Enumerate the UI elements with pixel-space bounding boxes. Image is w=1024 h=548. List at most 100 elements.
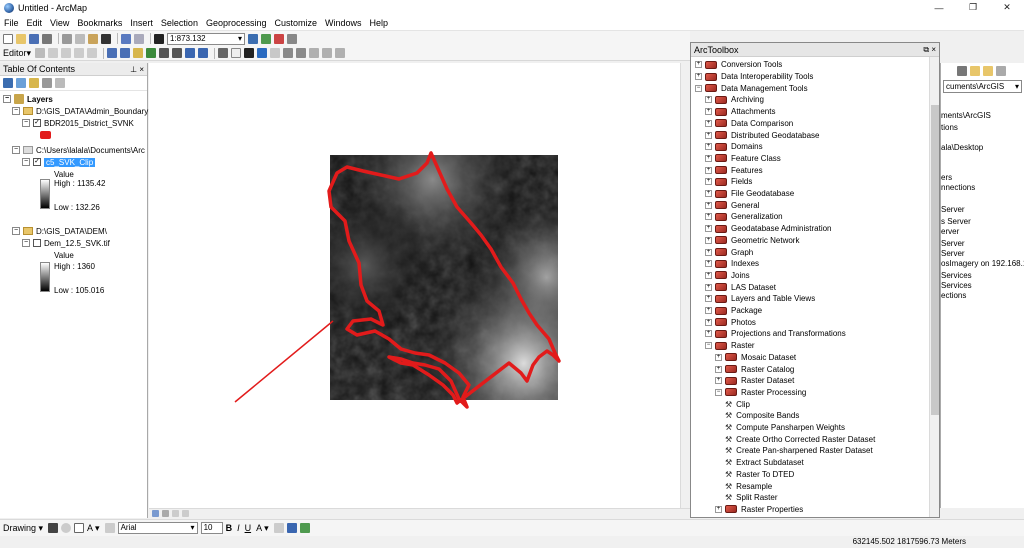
font-select[interactable]: Arial	[117, 522, 198, 534]
data-view-icon[interactable]	[152, 510, 159, 517]
menu-view[interactable]: View	[50, 18, 69, 28]
html-popup-icon[interactable]	[270, 48, 281, 58]
sketch-props-icon[interactable]	[87, 48, 98, 58]
expand-icon[interactable]: +	[705, 330, 712, 338]
expand-icon[interactable]: +	[705, 307, 712, 315]
expand-icon[interactable]: +	[705, 190, 712, 198]
catalog-view-icon[interactable]	[996, 65, 1006, 76]
collapse-icon[interactable]: −	[22, 239, 30, 247]
catalog-item[interactable]: tions	[941, 123, 958, 132]
toolbox-item[interactable]: ⚒ Extract Subdataset	[725, 457, 804, 469]
menu-file[interactable]: File	[4, 18, 19, 28]
toc-layers-root[interactable]: − Layers	[3, 93, 53, 105]
refresh-icon[interactable]	[172, 510, 179, 517]
toolbox-item[interactable]: + Joins	[705, 270, 750, 282]
font-size-select[interactable]: 10	[200, 522, 223, 534]
toolbox-item[interactable]: + Domains	[705, 141, 763, 153]
expand-icon[interactable]: +	[715, 353, 722, 361]
add-data-icon[interactable]	[154, 33, 164, 44]
trace-icon[interactable]	[74, 48, 85, 58]
expand-icon[interactable]: +	[705, 108, 712, 116]
full-extent-icon[interactable]	[146, 48, 157, 58]
toolbox-item[interactable]: + Package	[705, 305, 762, 317]
catalog-item[interactable]: erver	[941, 227, 959, 236]
toolbox-item[interactable]: + Photos	[705, 316, 756, 328]
rectangle-icon[interactable]	[74, 523, 85, 533]
editor-toolbar-icon[interactable]	[248, 33, 258, 44]
expand-icon[interactable]: +	[705, 260, 712, 268]
expand-icon[interactable]: +	[705, 213, 712, 221]
collapse-icon[interactable]: −	[22, 158, 30, 166]
time-slider-icon[interactable]	[322, 48, 333, 58]
arctoolbox-panel-controls[interactable]: ⧉ ×	[923, 43, 936, 57]
undo-icon[interactable]	[121, 33, 131, 44]
collapse-icon[interactable]: −	[22, 119, 30, 127]
toc-group-dem[interactable]: − D:\GIS_DATA\DEM\	[12, 225, 107, 237]
menu-bookmarks[interactable]: Bookmarks	[77, 18, 122, 28]
toolbox-item[interactable]: + Attachments	[705, 106, 775, 118]
edit-vertices-icon[interactable]	[104, 523, 115, 533]
bold-button[interactable]: B	[226, 523, 233, 533]
layer-visibility-checkbox[interactable]: ✓	[33, 158, 41, 166]
toolbox-item[interactable]: + File Geodatabase	[705, 188, 794, 200]
toolbox-item[interactable]: + Raster Properties	[715, 504, 803, 516]
text-tool-icon[interactable]: A ▾	[87, 523, 100, 534]
expand-icon[interactable]: +	[705, 236, 712, 244]
expand-icon[interactable]: +	[705, 283, 712, 291]
menu-selection[interactable]: Selection	[161, 18, 198, 28]
layer-visibility-checkbox[interactable]: ✓	[33, 119, 41, 127]
catalog-folder-icon[interactable]	[970, 65, 980, 76]
maximize-button[interactable]: ❐	[956, 0, 990, 15]
toolbox-item[interactable]: + Archiving	[705, 94, 764, 106]
toolbox-item[interactable]: + Mosaic Dataset	[715, 352, 796, 364]
toolbox-item[interactable]: − Raster Processing	[715, 387, 806, 399]
drawing-menu[interactable]: Drawing ▾	[3, 523, 43, 534]
expand-icon[interactable]: +	[705, 271, 712, 279]
redo-icon[interactable]	[134, 33, 144, 44]
expand-icon[interactable]: +	[705, 225, 712, 233]
expand-icon[interactable]: +	[705, 119, 712, 127]
zoom-in-icon[interactable]	[107, 48, 118, 58]
expand-icon[interactable]: +	[705, 248, 712, 256]
list-by-selection-icon[interactable]	[42, 78, 52, 88]
catalog-item[interactable]: s Server	[941, 217, 971, 226]
underline-button[interactable]: U	[245, 523, 252, 533]
print-icon[interactable]	[42, 33, 52, 44]
expand-icon[interactable]: +	[715, 365, 722, 373]
menu-customize[interactable]: Customize	[275, 18, 318, 28]
toolbox-item[interactable]: ⚒ Split Raster	[725, 492, 778, 504]
collapse-icon[interactable]: −	[3, 95, 11, 103]
toc-layer-district[interactable]: − ✓ BDR2015_District_SVNK	[22, 117, 134, 129]
hyperlink-icon[interactable]	[309, 48, 320, 58]
cut-icon[interactable]	[62, 33, 72, 44]
expand-icon[interactable]: +	[715, 377, 722, 385]
toc-group-admin[interactable]: − D:\GIS_DATA\Admin_Boundary	[12, 105, 148, 117]
toolbox-item[interactable]: + Projections and Transformations	[705, 328, 846, 340]
list-by-source-icon[interactable]	[16, 78, 26, 88]
fixed-zoom-in-icon[interactable]	[159, 48, 170, 58]
expand-icon[interactable]: +	[695, 73, 702, 81]
expand-icon[interactable]: +	[715, 505, 722, 513]
select-elements-icon[interactable]	[244, 48, 255, 58]
table-of-contents-icon[interactable]	[261, 33, 271, 44]
expand-icon[interactable]: +	[695, 61, 702, 69]
find-icon[interactable]	[283, 48, 294, 58]
measure-icon[interactable]	[296, 48, 307, 58]
toolbox-item[interactable]: + Data Interoperability Tools	[695, 71, 813, 83]
back-extent-icon[interactable]	[185, 48, 196, 58]
python-icon[interactable]	[287, 33, 297, 44]
straight-segment-icon[interactable]	[61, 48, 72, 58]
fixed-zoom-out-icon[interactable]	[172, 48, 183, 58]
catalog-item[interactable]: Server	[941, 205, 965, 214]
catalog-item[interactable]: nnections	[941, 183, 975, 192]
scrollbar-thumb[interactable]	[931, 105, 939, 415]
map-vertical-scrollbar[interactable]	[680, 63, 690, 508]
select-features-icon[interactable]	[218, 48, 229, 58]
toolbox-item[interactable]: + Features	[705, 164, 763, 176]
paste-icon[interactable]	[88, 33, 98, 44]
catalog-item[interactable]: Services	[941, 281, 972, 290]
menu-insert[interactable]: Insert	[130, 18, 153, 28]
collapse-icon[interactable]: −	[705, 342, 712, 350]
delete-icon[interactable]	[101, 33, 111, 44]
menu-windows[interactable]: Windows	[325, 18, 362, 28]
